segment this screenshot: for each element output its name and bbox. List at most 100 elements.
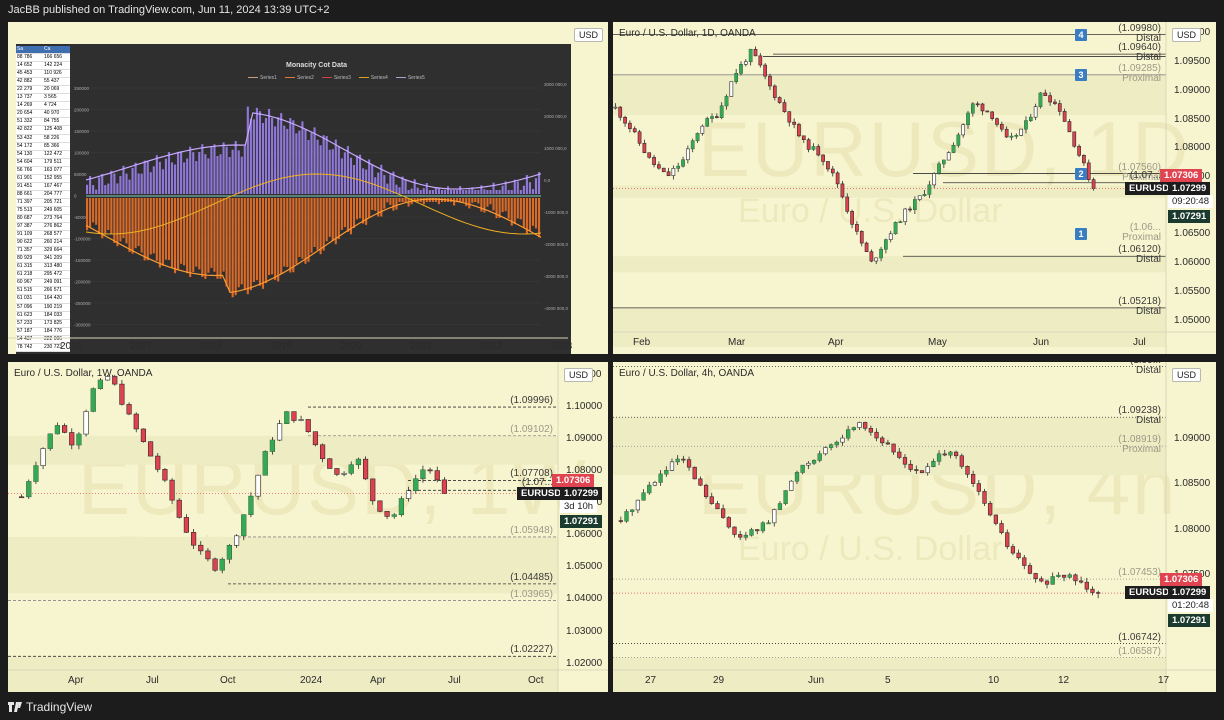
bull-candle-fill xyxy=(761,522,765,531)
time-tick: Oct xyxy=(528,675,544,686)
bull-candle xyxy=(83,411,89,435)
bear-candle xyxy=(980,103,985,112)
currency-button[interactable]: USD xyxy=(1172,368,1202,382)
bid-price-tag: 1.07291 xyxy=(1168,614,1211,628)
time-tick: Mar xyxy=(728,337,746,348)
bull-candle-fill xyxy=(1014,135,1018,137)
bear-candle xyxy=(897,451,902,458)
bear-candle xyxy=(618,106,623,118)
zone-type-label: Distal xyxy=(1135,254,1161,266)
time-tick: Apr xyxy=(370,675,386,686)
bull-candle-fill xyxy=(1056,575,1061,577)
ask-price-tag: 1.07306 xyxy=(1160,168,1203,182)
bear-candle xyxy=(319,444,326,460)
bear-candle xyxy=(1057,103,1062,112)
bear-candle xyxy=(732,526,737,535)
bar-countdown: 01:20:48 xyxy=(1168,599,1213,613)
zone-type-label: Proximal xyxy=(1122,232,1161,244)
bull-candle-fill xyxy=(399,498,404,515)
bull-candle xyxy=(671,168,676,177)
bull-candle-fill xyxy=(1024,120,1028,130)
bear-candle xyxy=(993,514,998,524)
zone-number-badge[interactable]: 2 xyxy=(1075,167,1087,180)
cot-x-label: 2016 xyxy=(60,341,83,352)
bear-candle xyxy=(126,404,132,415)
currency-button[interactable]: USD xyxy=(564,368,594,382)
bull-candle-fill xyxy=(624,511,629,522)
zone-price-label: (1.07453) xyxy=(1118,567,1161,579)
time-tick: Jun xyxy=(808,675,825,686)
bear-candle xyxy=(792,121,796,125)
bull-candle-fill xyxy=(913,199,917,210)
time-tick: 17 xyxy=(1158,675,1170,686)
price-tick: 1.04000 xyxy=(566,593,603,605)
bear-candle xyxy=(758,55,763,66)
bull-candle-fill xyxy=(800,465,805,473)
bear-candle xyxy=(377,500,383,512)
bear-candle xyxy=(69,432,75,446)
bear-candle xyxy=(1053,101,1057,104)
bull-candle-fill xyxy=(956,134,960,146)
bull-candle xyxy=(772,509,777,524)
bull-candle xyxy=(874,257,879,262)
bear-candle xyxy=(686,459,692,468)
bear-candle xyxy=(647,152,652,158)
bear-candle xyxy=(863,422,868,429)
bear-candle xyxy=(1077,145,1081,156)
bull-candle xyxy=(1033,106,1038,118)
bull-candle-fill xyxy=(47,433,53,449)
bear-candle xyxy=(864,242,869,252)
bull-candle-fill xyxy=(942,160,946,164)
bear-candle xyxy=(721,508,726,518)
bear-candle xyxy=(169,479,175,501)
bull-candle-fill xyxy=(676,166,680,169)
bull-candle-fill xyxy=(26,481,32,497)
bear-candle xyxy=(880,437,885,444)
bull-candle xyxy=(700,125,705,134)
bear-candle xyxy=(119,383,125,405)
time-tick: Apr xyxy=(828,337,844,348)
bull-candle-fill xyxy=(270,440,275,452)
bear-candle xyxy=(327,458,333,469)
level-price-label: (1.09102) xyxy=(510,423,553,435)
bear-candle xyxy=(1043,92,1048,96)
bull-candle-fill xyxy=(705,118,709,127)
bull-candle-fill xyxy=(248,496,254,515)
zone-price-label: (1.06742) xyxy=(1118,631,1161,643)
zone-number-badge[interactable]: 1 xyxy=(1075,228,1087,241)
price-tick: 1.06000 xyxy=(1174,257,1211,269)
bear-candle xyxy=(140,428,147,442)
bear-candle xyxy=(908,208,912,211)
bear-candle xyxy=(1086,162,1091,180)
bear-candle xyxy=(806,139,811,150)
bull-candle xyxy=(823,447,828,455)
bear-candle xyxy=(632,128,637,133)
bear-candle xyxy=(637,131,642,144)
bear-candle xyxy=(370,478,376,502)
bull-candle-fill xyxy=(749,49,753,62)
bull-candle-fill xyxy=(783,490,788,504)
daily-chart-panel[interactable]: EURUSD, 1DEuro / U.S. Dollar1.100001.095… xyxy=(613,22,1216,354)
h4-chart-panel[interactable]: EURUSD, 4h Euro / U.S. Dollar 1.09000 1.085… xyxy=(613,362,1216,692)
bull-candle-fill xyxy=(284,411,290,424)
weekly-chart-panel[interactable]: EURUSD, 1WEuro / U.S. Dollar1.110001.100… xyxy=(8,362,608,692)
level-price-label: (1.02227) xyxy=(510,644,553,656)
bear-candle xyxy=(652,157,656,165)
bear-candle xyxy=(908,463,913,470)
last-price-tag: 1.07299 xyxy=(560,486,603,500)
zone-number-badge[interactable]: 4 xyxy=(1075,28,1087,41)
bear-candle xyxy=(18,496,25,499)
bear-candle xyxy=(999,523,1004,533)
level-price-label: (1.05948) xyxy=(510,524,553,536)
last-price-tag: 1.07299 xyxy=(1168,181,1211,195)
currency-button[interactable]: USD xyxy=(1172,28,1202,42)
bear-candle xyxy=(133,413,139,430)
price-tick: 1.05500 xyxy=(1174,285,1211,297)
cot-panel[interactable]: Sa Ca 88 786 166 656 14 652 142 224 45 453 110 … xyxy=(8,22,608,354)
price-tick: 1.05000 xyxy=(566,561,603,573)
bull-candle xyxy=(276,423,283,441)
bull-candle-fill xyxy=(927,184,931,195)
bull-candle-fill xyxy=(356,459,361,465)
zone-number-badge[interactable]: 3 xyxy=(1075,68,1087,81)
price-tick: 1.06000 xyxy=(566,529,603,541)
